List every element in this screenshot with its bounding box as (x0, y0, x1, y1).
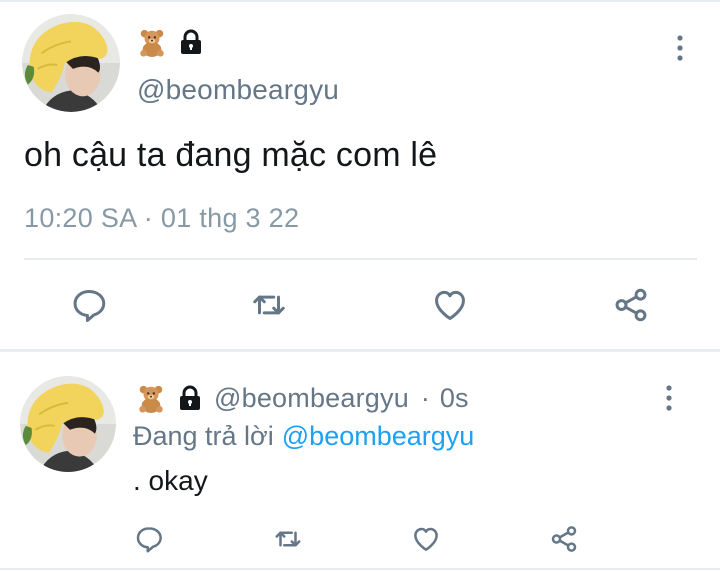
user-handle[interactable]: @beombeargyu (137, 74, 339, 106)
share-icon[interactable] (612, 286, 650, 324)
like-icon[interactable] (431, 286, 469, 324)
lock-icon (176, 384, 204, 412)
retweet-icon[interactable] (249, 286, 289, 324)
like-icon[interactable] (411, 524, 441, 554)
more-options-icon[interactable] (674, 34, 686, 62)
tweet-timestamp[interactable]: 10:20 SA · 01 thg 3 22 (24, 203, 299, 234)
more-options-icon[interactable] (663, 384, 675, 412)
reply-user-handle[interactable]: @beombeargyu (214, 383, 409, 414)
replying-label: Đang trả lời (133, 421, 274, 451)
section-separator (0, 349, 720, 352)
mention-link[interactable]: @beombeargyu (282, 421, 475, 452)
bear-emoji-icon (136, 383, 166, 413)
divider (24, 258, 697, 260)
reply-header: @beombeargyu · 0s (136, 380, 468, 416)
tweet-text: oh cậu ta đang mặc com lê (24, 136, 438, 174)
dot-separator: · (420, 382, 430, 413)
lock-icon (177, 28, 205, 56)
reply-time: 0s (439, 382, 469, 413)
retweet-icon[interactable] (272, 524, 304, 554)
reply-avatar[interactable] (20, 376, 116, 472)
share-icon[interactable] (549, 524, 579, 554)
reply-icon[interactable] (134, 524, 164, 554)
user-badges (137, 26, 205, 58)
reply-icon[interactable] (70, 286, 108, 324)
avatar[interactable] (22, 14, 120, 112)
reply-text: . okay (133, 465, 208, 496)
bottom-divider (0, 568, 720, 570)
replying-to: Đang trả lời @beombeargyu (133, 421, 474, 452)
bear-emoji-icon (137, 27, 167, 57)
